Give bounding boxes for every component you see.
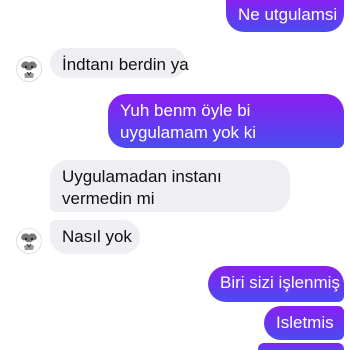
incoming-message[interactable]: İndtanı berdin ya bbox=[50, 48, 189, 78]
contact-avatar-icon[interactable] bbox=[16, 56, 42, 82]
outgoing-message[interactable]: Yuh benm öyle bi uygulamam yok ki bbox=[108, 94, 344, 148]
outgoing-message[interactable]: Ne utgulamsi bbox=[226, 0, 344, 32]
outgoing-message[interactable]: Isletmis bbox=[264, 306, 344, 340]
outgoing-message-partial[interactable] bbox=[258, 343, 344, 350]
contact-avatar-icon[interactable] bbox=[16, 228, 42, 254]
message-thread: Ne utgulamsi İndtanı berdin ya Yuh benm … bbox=[0, 0, 350, 350]
incoming-message[interactable]: Nasıl yok bbox=[50, 220, 140, 254]
outgoing-message[interactable]: Biri sizi işlenmiş bbox=[208, 266, 344, 302]
incoming-message[interactable]: Uygulamadan instanı vermedin mi bbox=[50, 160, 290, 212]
